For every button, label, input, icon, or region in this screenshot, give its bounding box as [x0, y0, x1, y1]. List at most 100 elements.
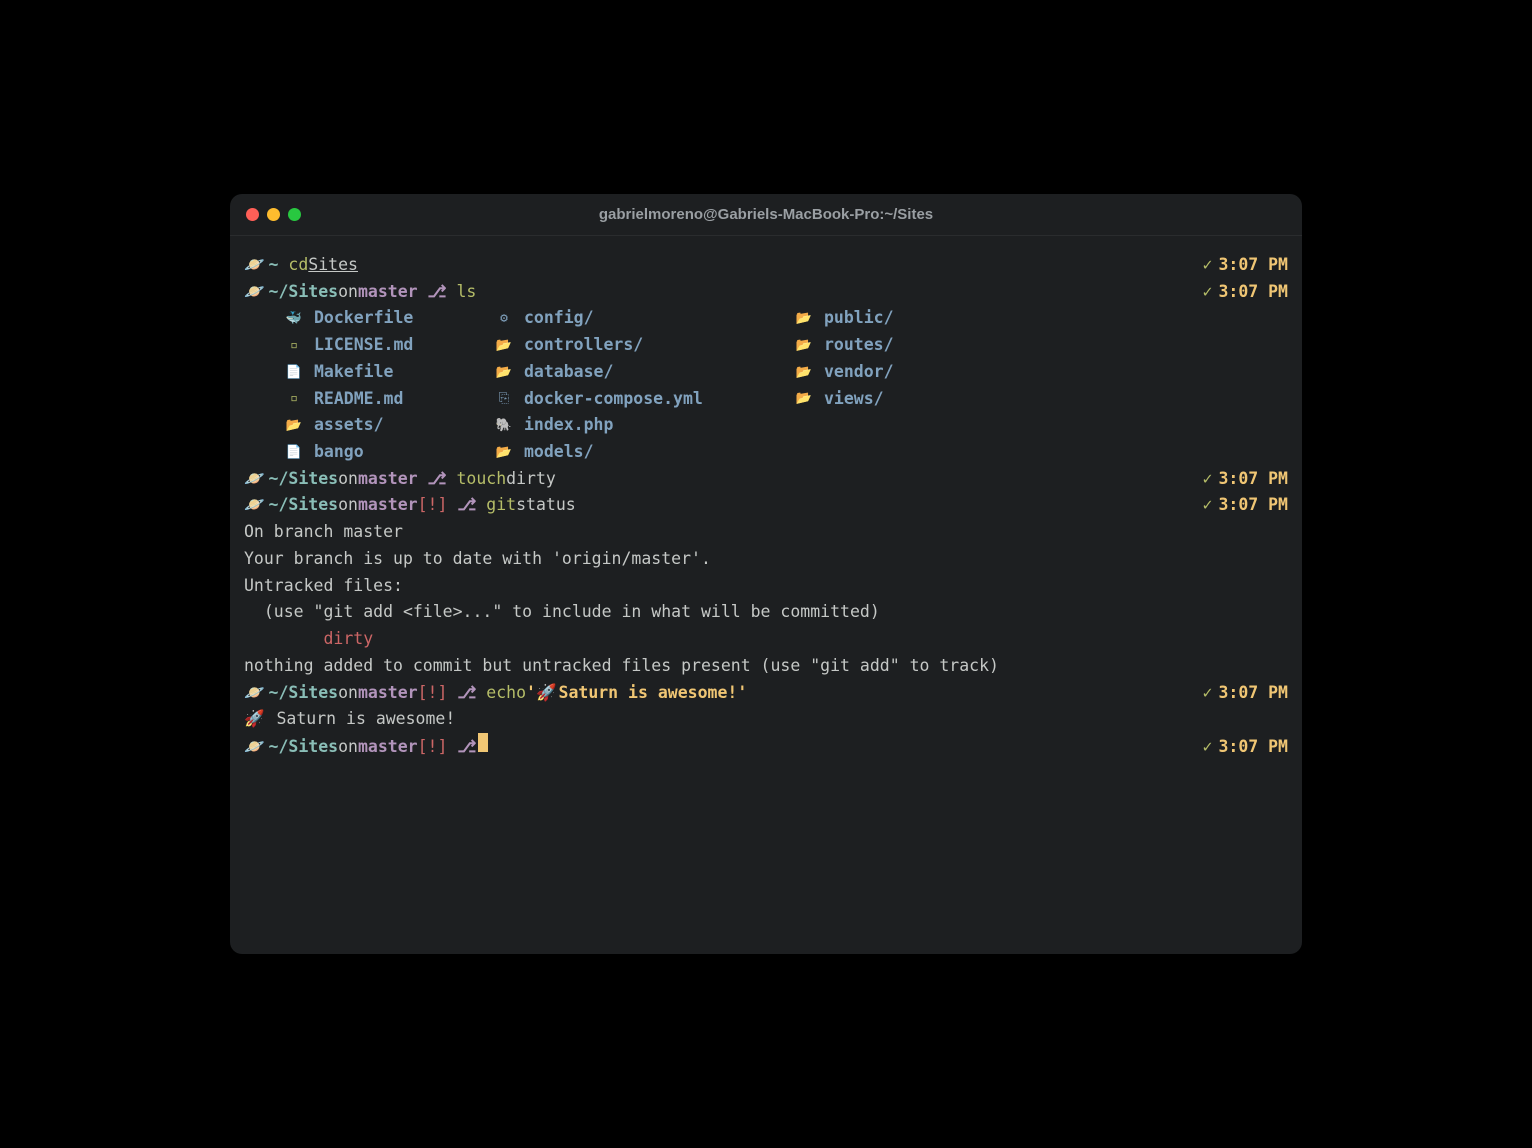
list-item: 📂 assets/ [284, 412, 494, 439]
list-item: ▫ LICENSE.md [284, 332, 494, 359]
dirty-flag: [!] [418, 492, 448, 519]
folder-icon: 📂 [794, 308, 814, 329]
config-icon: ⚙ [494, 308, 514, 329]
output-line: Your branch is up to date with 'origin/m… [244, 546, 1288, 573]
filename: models/ [524, 439, 594, 466]
markdown-icon: ▫ [284, 335, 304, 356]
filename: index.php [524, 412, 613, 439]
filename: assets/ [314, 412, 384, 439]
prompt-on: on [338, 680, 358, 707]
prompt-path: ~/Sites [269, 466, 339, 493]
list-item: 📂controllers/ [494, 332, 794, 359]
folder-icon: 📂 [794, 388, 814, 409]
filename: bango [314, 439, 364, 466]
untracked-file: dirty [244, 626, 1288, 653]
dirty-flag: [!] [418, 734, 448, 761]
prompt-branch: master [358, 279, 418, 306]
folder-icon: 📂 [794, 362, 814, 383]
filename: LICENSE.md [314, 332, 413, 359]
command: cd [288, 252, 308, 279]
rocket-icon: 🚀 [244, 709, 265, 728]
prompt-line: 🪐 ~/Sites on master [!] ⎇ echo '🚀 Saturn… [244, 680, 1288, 707]
time: 3:07 PM [1218, 495, 1288, 514]
command: git [486, 492, 516, 519]
prompt-on: on [338, 492, 358, 519]
command: echo [486, 680, 526, 707]
list-item: 📂 routes/ [794, 332, 1034, 359]
php-icon: 🐘 [494, 415, 514, 436]
list-item: 🐳Dockerfile [284, 305, 494, 332]
check-icon: ✓ [1203, 737, 1213, 756]
prompt-on: on [338, 466, 358, 493]
filename: Makefile [314, 359, 393, 386]
command-arg: Sites [308, 252, 358, 279]
command-arg: status [516, 492, 576, 519]
prompt-path: ~/Sites [269, 279, 339, 306]
ls-output: 🐳Dockerfile ⚙ config/ 📂 public/ ▫ LICENSE.m… [284, 305, 1288, 465]
prompt-branch: master [358, 680, 418, 707]
filename: controllers/ [524, 332, 643, 359]
filename: vendor/ [824, 359, 894, 386]
maximize-button[interactable] [288, 208, 301, 221]
terminal-body[interactable]: 🪐 ~ cd Sites ✓ 3:07 PM 🪐 ~/Sites on maste… [230, 236, 1302, 954]
output-line: nothing added to commit but untracked fi… [244, 653, 1288, 680]
status-time: ✓3:07 PM [1203, 492, 1288, 519]
branch-icon: ⎇ [457, 734, 476, 761]
rocket-icon: 🚀 [536, 680, 557, 707]
prompt-path: ~ [269, 252, 279, 279]
terminal-window: gabrielmoreno@Gabriels-MacBook-Pro:~/Sit… [230, 194, 1302, 954]
traffic-lights [246, 208, 301, 221]
list-item: 📂models/ [494, 439, 794, 466]
list-item: 📄 bango [284, 439, 494, 466]
prompt-line: 🪐 ~/Sites on master [!] ⎇ git status ✓3:… [244, 492, 1288, 519]
filename: database/ [524, 359, 613, 386]
prompt-branch: master [358, 492, 418, 519]
file-icon: 📄 [284, 442, 304, 463]
check-icon: ✓ [1203, 255, 1213, 274]
prompt-path: ~/Sites [269, 680, 339, 707]
titlebar: gabrielmoreno@Gabriels-MacBook-Pro:~/Sit… [230, 194, 1302, 236]
dirty-flag: [!] [418, 680, 448, 707]
time: 3:07 PM [1218, 737, 1288, 756]
list-item: 📂views/ [794, 386, 1034, 413]
status-time: ✓3:07 PM [1203, 279, 1288, 306]
planet-icon: 🪐 [244, 466, 265, 493]
filename: public/ [824, 305, 894, 332]
output-line: (use "git add <file>..." to include in w… [244, 599, 1288, 626]
prompt-branch: master [358, 734, 418, 761]
prompt-on: on [338, 734, 358, 761]
time: 3:07 PM [1218, 255, 1288, 274]
folder-icon: 📂 [284, 415, 304, 436]
prompt-on: on [338, 279, 358, 306]
output-line: 🚀 Saturn is awesome! [244, 706, 1288, 733]
check-icon: ✓ [1203, 683, 1213, 702]
status-time: ✓ 3:07 PM [1203, 466, 1288, 493]
filename: Dockerfile [314, 305, 413, 332]
time: 3:07 PM [1218, 469, 1288, 488]
filename: README.md [314, 386, 403, 413]
planet-icon: 🪐 [244, 279, 265, 306]
planet-icon: 🪐 [244, 252, 265, 279]
list-item: ▫README.md [284, 386, 494, 413]
string-quote: ' [526, 680, 536, 707]
branch-icon: ⎇ [457, 492, 476, 519]
folder-icon: 📂 [794, 335, 814, 356]
check-icon: ✓ [1203, 282, 1213, 301]
planet-icon: 🪐 [244, 680, 265, 707]
prompt-line: 🪐 ~ cd Sites ✓ 3:07 PM [244, 252, 1288, 279]
string-literal: Saturn is awesome!' [559, 680, 748, 707]
prompt-branch: master [358, 466, 418, 493]
output-line: On branch master [244, 519, 1288, 546]
prompt-line: 🪐 ~/Sites on master ⎇ ls ✓3:07 PM [244, 279, 1288, 306]
time: 3:07 PM [1218, 683, 1288, 702]
minimize-button[interactable] [267, 208, 280, 221]
check-icon: ✓ [1203, 469, 1213, 488]
list-item: ⎘docker-compose.yml [494, 386, 794, 413]
close-button[interactable] [246, 208, 259, 221]
status-time: ✓ 3:07 PM [1203, 734, 1288, 761]
branch-icon: ⎇ [428, 466, 447, 493]
filename: routes/ [824, 332, 894, 359]
status-time: ✓ 3:07 PM [1203, 680, 1288, 707]
filename: config/ [524, 305, 594, 332]
command: touch [456, 466, 506, 493]
